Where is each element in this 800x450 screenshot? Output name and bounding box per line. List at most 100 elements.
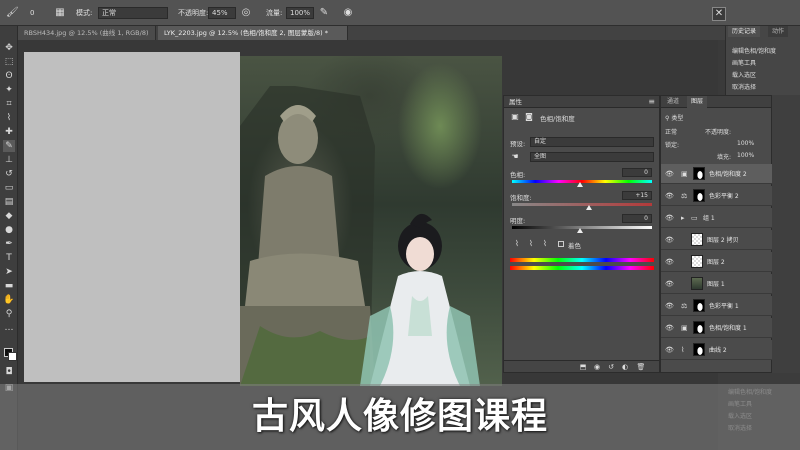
layer-row[interactable]: 👁 ⚖ 色彩平衡 1 — [661, 296, 773, 316]
lightness-slider-thumb[interactable] — [577, 228, 583, 233]
fill-value[interactable]: 100% — [737, 152, 754, 159]
history-item[interactable]: 画笔工具 — [732, 58, 756, 67]
reset-icon[interactable]: ↺ — [606, 361, 616, 371]
layer-row[interactable]: 👁 ▸ ▭ 组 1 — [661, 208, 773, 228]
properties-title: 属性 — [504, 96, 659, 108]
visibility-icon[interactable]: ◐ — [620, 361, 630, 371]
move-tool-icon[interactable]: ✥ — [3, 42, 15, 54]
history-item[interactable]: 取消选择 — [732, 82, 756, 91]
eye-icon[interactable]: 👁 — [665, 258, 674, 266]
doc-tab-1[interactable]: RBSH434.jpg @ 12.5% (曲线 1, RGB/8) — [18, 26, 156, 40]
hue-slider-thumb[interactable] — [577, 182, 583, 187]
layer-thumbnail — [691, 233, 703, 246]
saturation-value[interactable]: +15 — [622, 191, 652, 200]
pressure-opacity-icon[interactable]: ◎ — [240, 7, 252, 19]
layer-row[interactable]: 👁 ▣ 色相/饱和度 2 — [661, 164, 773, 184]
group-layer-icon: ▸ — [681, 214, 685, 222]
layer-row[interactable]: 👁 图层 2 — [661, 252, 773, 272]
panel-menu-icon[interactable]: ≡ — [648, 97, 655, 106]
flow-input[interactable]: 100% — [286, 7, 314, 19]
preset-select[interactable]: 自定 — [530, 137, 654, 147]
zoom-tool-icon[interactable]: ⚲ — [3, 308, 15, 320]
hsl-layer-icon: ▣ — [681, 170, 688, 178]
eyedropper-tool-icon[interactable]: ⌇ — [3, 112, 15, 124]
lightness-value[interactable]: 0 — [622, 214, 652, 223]
more-tools-icon[interactable]: … — [3, 322, 15, 334]
tab-channels[interactable]: 通道 — [663, 96, 683, 108]
eye-icon[interactable]: 👁 — [665, 170, 674, 178]
layer-row[interactable]: 👁 ▣ 色相/饱和度 1 — [661, 318, 773, 338]
pressure-size-icon[interactable]: ◉ — [342, 7, 354, 19]
layers-tabs: 通道 图层 — [661, 96, 771, 108]
targeted-adjust-hand-icon[interactable]: ☚ — [510, 152, 520, 162]
layer-row[interactable]: 👁 ⚖ 色彩平衡 2 — [661, 186, 773, 206]
path-select-tool-icon[interactable]: ➤ — [3, 266, 15, 278]
eye-icon[interactable]: 👁 — [665, 302, 674, 310]
saturation-label: 饱和度: — [510, 194, 532, 202]
delete-icon[interactable]: 🗑 — [636, 361, 646, 371]
layer-name: 色彩平衡 1 — [709, 303, 739, 310]
lasso-tool-icon[interactable]: ʘ — [3, 70, 15, 82]
document-photo[interactable] — [240, 56, 502, 386]
shape-tool-icon[interactable]: ▬ — [3, 280, 15, 292]
dodge-tool-icon[interactable]: ● — [3, 224, 15, 236]
saturation-slider-track[interactable] — [512, 203, 652, 206]
layer-name: 组 1 — [703, 215, 715, 222]
layer-row[interactable]: 👁 ⌇ 曲线 2 — [661, 340, 773, 360]
layer-name: 曲线 2 — [709, 347, 727, 354]
workspace-icon[interactable]: ✕ — [712, 7, 726, 21]
hue-value[interactable]: 0 — [622, 168, 652, 177]
eye-icon[interactable]: 👁 — [665, 280, 674, 288]
crop-tool-icon[interactable]: ⌗ — [3, 98, 15, 110]
stamp-tool-icon[interactable]: ⊥ — [3, 154, 15, 166]
hand-tool-icon[interactable]: ✋ — [3, 294, 15, 306]
eye-icon[interactable]: 👁 — [665, 236, 674, 244]
gradient-tool-icon[interactable]: ▤ — [3, 196, 15, 208]
brush-size-value[interactable]: 0 — [30, 6, 34, 20]
eye-icon[interactable]: 👁 — [665, 214, 674, 222]
eye-icon[interactable]: 👁 — [665, 192, 674, 200]
eyedropper-icon[interactable]: ⌇ — [512, 238, 522, 248]
eyedropper-minus-icon[interactable]: ⌇ — [540, 238, 550, 248]
history-brush-tool-icon[interactable]: ↺ — [3, 168, 15, 180]
tab-history[interactable]: 历史记录 — [728, 26, 761, 37]
background-color-swatch[interactable] — [8, 352, 17, 361]
options-bar: 🖌 0 ▦ 模式: 正常 不透明度: 45% ◎ 流量: 100% ✎ ◉ ✕ — [0, 0, 800, 26]
quick-mask-icon[interactable]: ◘ — [3, 366, 15, 378]
eye-icon[interactable]: 👁 — [665, 324, 674, 332]
type-tool-icon[interactable]: T — [3, 252, 15, 264]
doc-tab-2[interactable]: LYK_2203.jpg @ 12.5% (色相/饱和度 2, 图层蒙版/8) … — [158, 26, 348, 40]
view-previous-icon[interactable]: ◉ — [592, 361, 602, 371]
history-item[interactable]: 载入选区 — [732, 70, 756, 79]
mode-select[interactable]: 正常 — [98, 7, 168, 19]
eraser-tool-icon[interactable]: ▭ — [3, 182, 15, 194]
channel-select[interactable]: 全图 — [530, 152, 654, 162]
saturation-slider-thumb[interactable] — [586, 205, 592, 210]
history-item[interactable]: 编辑色相/饱和度 — [732, 46, 776, 55]
tab-layers[interactable]: 图层 — [687, 96, 708, 108]
brush-tool-icon[interactable]: 🖌 — [6, 7, 19, 19]
collapsed-panel-strip — [772, 95, 800, 373]
airbrush-icon[interactable]: ✎ — [318, 7, 330, 19]
clip-to-layer-icon[interactable]: ⬒ — [578, 361, 588, 371]
brush-tool-icon[interactable]: ✎ — [3, 140, 15, 152]
layer-row[interactable]: 👁 图层 2 拷贝 — [661, 230, 773, 250]
mask-icon[interactable]: ◙ — [524, 112, 534, 122]
eye-icon[interactable]: 👁 — [665, 346, 674, 354]
healing-tool-icon[interactable]: ✚ — [3, 126, 15, 138]
eyedropper-plus-icon[interactable]: ⌇ — [526, 238, 536, 248]
properties-footer: ⬒ ◉ ↺ ◐ 🗑 — [504, 360, 659, 372]
lightness-label: 明度: — [510, 217, 526, 225]
brush-panel-icon[interactable]: ▦ — [54, 7, 66, 19]
opacity-input[interactable]: 45% — [208, 7, 236, 19]
blur-tool-icon[interactable]: ◆ — [3, 210, 15, 222]
marquee-tool-icon[interactable]: ⬚ — [3, 56, 15, 68]
colorize-checkbox[interactable] — [558, 241, 564, 247]
pen-tool-icon[interactable]: ✒ — [3, 238, 15, 250]
layer-row[interactable]: 👁 图层 1 — [661, 274, 773, 294]
blend-mode-select[interactable]: 正常 — [665, 127, 677, 136]
tab-actions[interactable]: 动作 — [768, 26, 789, 37]
quick-select-tool-icon[interactable]: ✦ — [3, 84, 15, 96]
layer-opacity-value[interactable]: 100% — [737, 140, 754, 147]
kind-filter[interactable]: ⚲ 类型 — [665, 113, 683, 122]
